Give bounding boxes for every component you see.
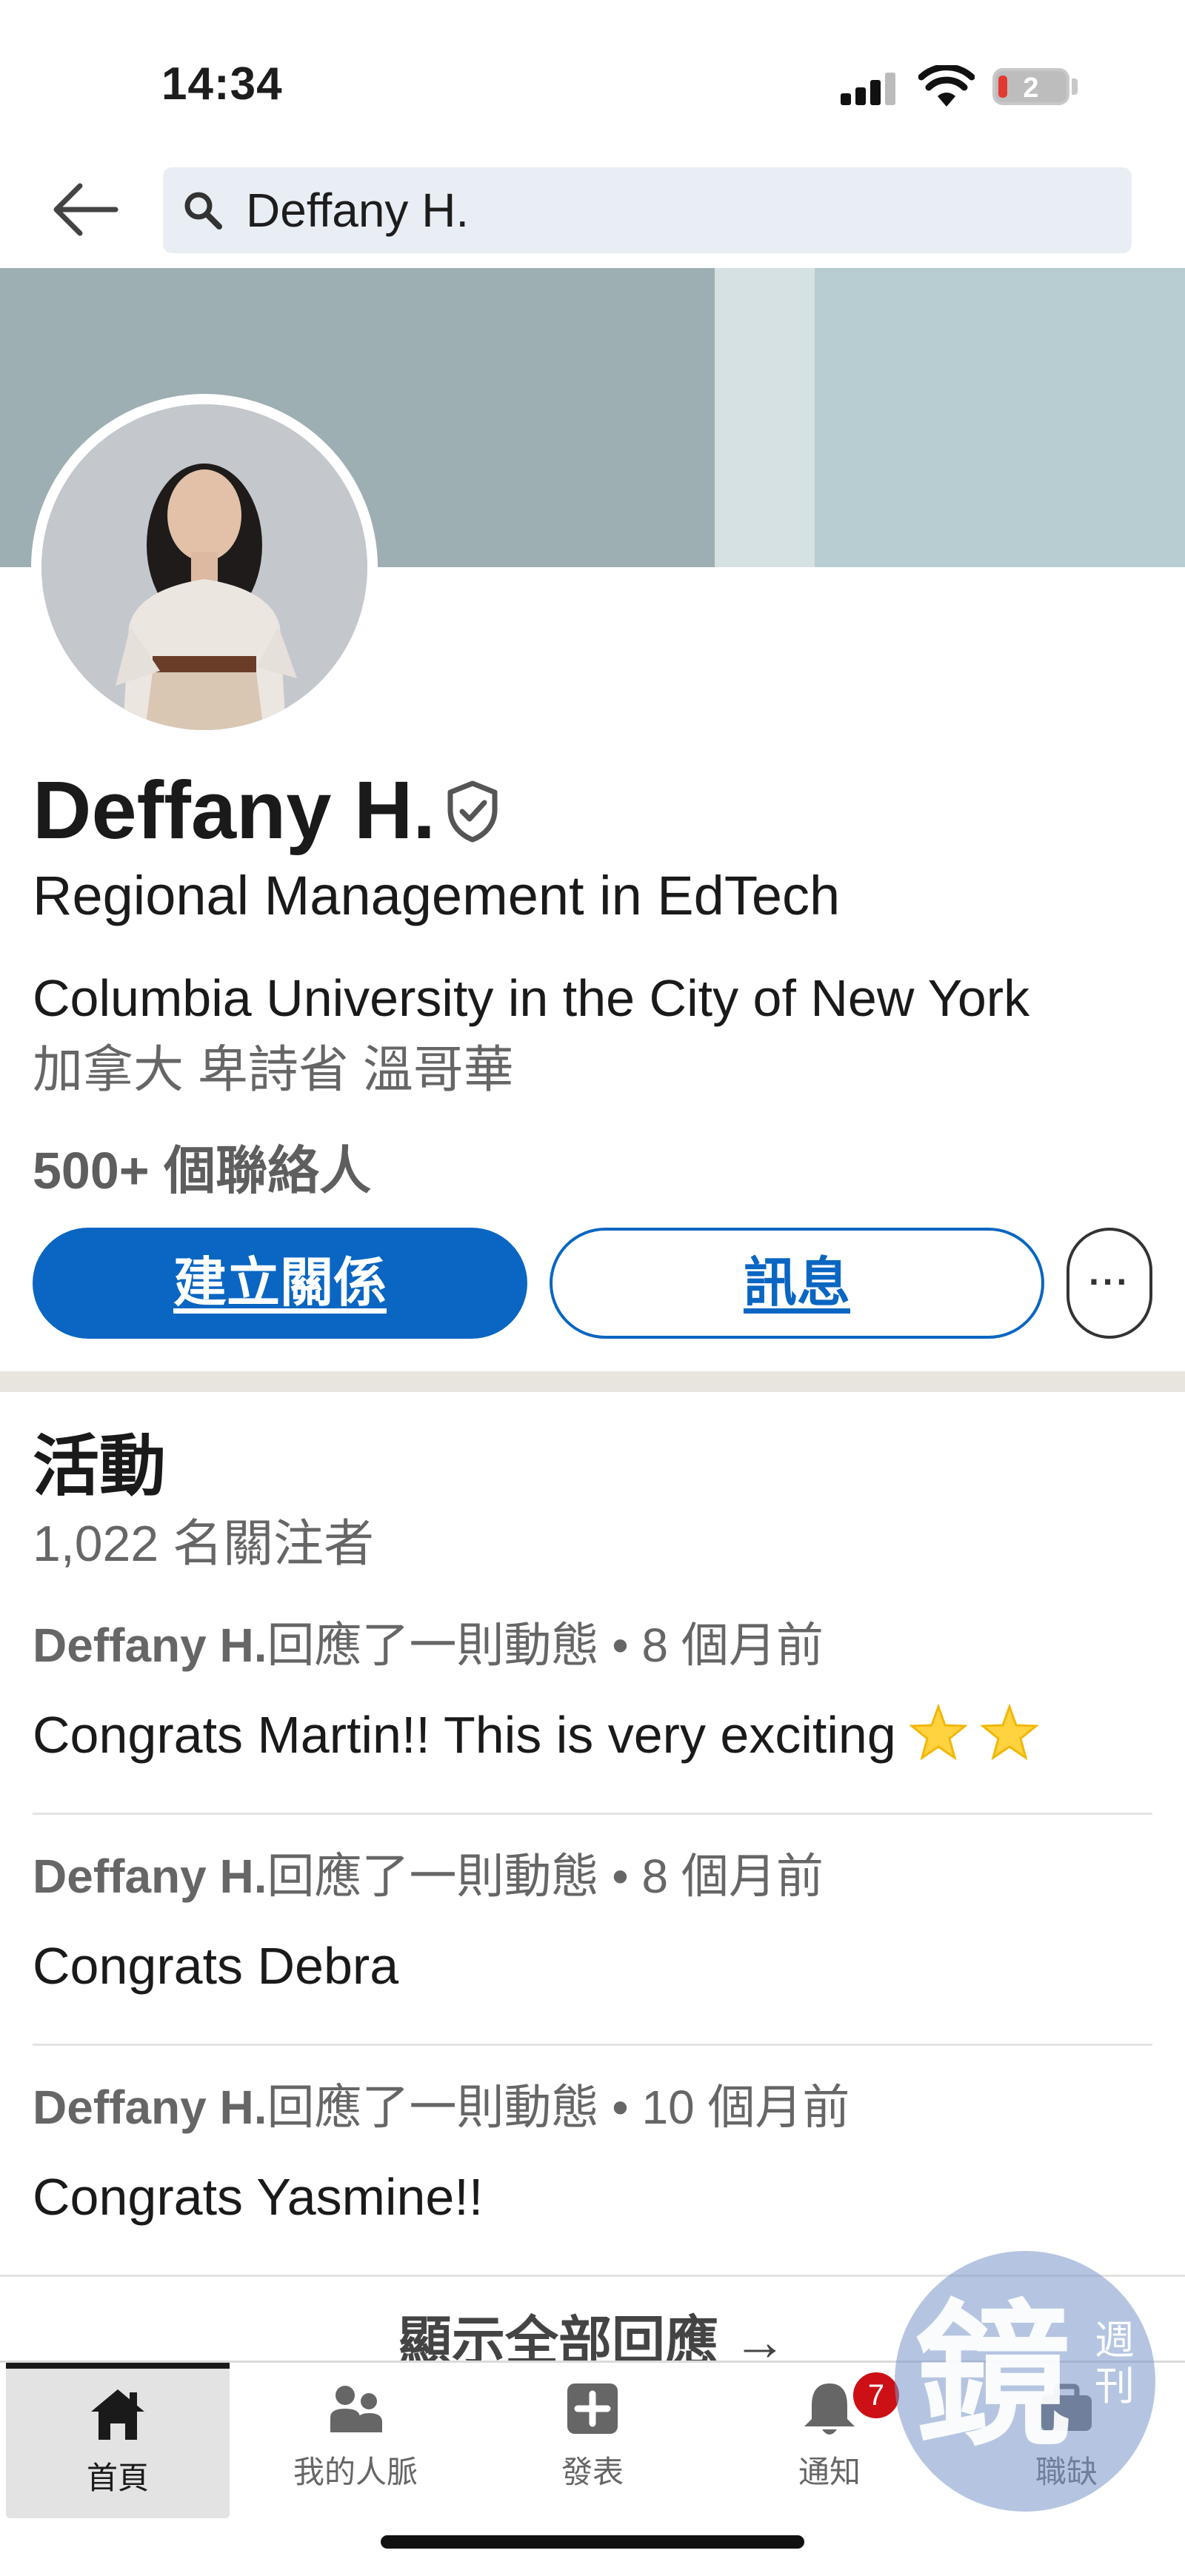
post-separator — [33, 2044, 1152, 2046]
post-meta: Deffany H.回應了一則動態 • 8 個月前 — [33, 1614, 824, 1676]
more-dots-icon: ··· — [1089, 1261, 1130, 1302]
cellular-signal-icon — [841, 71, 900, 105]
activity-title: 活動 — [33, 1430, 166, 1504]
profile-name: Deffany H. — [33, 765, 435, 856]
followers-count: 1,022 名關注者 — [33, 1516, 375, 1572]
post-text-content: Congrats Martin!! This is very exciting — [33, 1706, 896, 1764]
wifi-icon — [918, 65, 975, 107]
nav-my-network-label: 我的人脈 — [293, 2455, 418, 2489]
battery-tip — [1072, 78, 1078, 95]
post-meta: Deffany H.回應了一則動態 • 8 個月前 — [33, 1845, 824, 1907]
avatar[interactable] — [31, 394, 378, 740]
more-options-button[interactable]: ··· — [1066, 1228, 1152, 1339]
star-emoji-icon — [980, 1704, 1038, 1761]
post-action: 回應了一則動態 — [267, 2081, 599, 2134]
post-author[interactable]: Deffany H. — [33, 2081, 267, 2134]
people-icon — [330, 2386, 382, 2432]
post-time: • 8 個月前 — [612, 1619, 824, 1672]
post-time: • 8 個月前 — [612, 1850, 824, 1903]
watermark-side: 週刊 — [1095, 2317, 1135, 2409]
post-time: • 10 個月前 — [612, 2081, 850, 2134]
search-input[interactable]: Deffany H. — [246, 184, 469, 237]
plus-square-icon — [567, 2383, 618, 2434]
post-text[interactable]: Congrats Martin!! This is very exciting — [33, 1702, 1038, 1768]
battery-icon: 2 — [992, 68, 1069, 105]
profile-location: 加拿大 卑詩省 溫哥華 — [33, 1042, 514, 1098]
nav-notifications-label: 通知 — [798, 2455, 861, 2489]
profile-headline: Regional Management in EdTech — [33, 865, 841, 926]
home-icon — [91, 2389, 144, 2440]
verified-shield-icon[interactable] — [444, 779, 501, 843]
post-text[interactable]: Congrats Debra — [33, 1933, 398, 1999]
watermark-main: 鏡 — [915, 2286, 1072, 2467]
post-meta: Deffany H.回應了一則動態 • 10 個月前 — [33, 2076, 849, 2138]
nav-post[interactable]: 發表 — [474, 2363, 711, 2518]
message-button[interactable]: 訊息 — [550, 1228, 1044, 1339]
nav-home-label: 首頁 — [86, 2460, 149, 2495]
connect-button[interactable]: 建立關係 — [33, 1228, 527, 1339]
back-arrow-icon[interactable] — [50, 182, 118, 237]
battery-level: 2 — [1023, 73, 1039, 104]
profile-photo — [41, 404, 367, 730]
nav-home[interactable]: 首頁 — [6, 2363, 230, 2518]
home-indicator[interactable] — [381, 2535, 804, 2549]
post-author[interactable]: Deffany H. — [33, 1619, 267, 1672]
profile-education[interactable]: Columbia University in the City of New Y… — [33, 964, 1029, 1032]
search-bar[interactable]: Deffany H. — [163, 167, 1132, 253]
watermark-logo: 鏡 週刊 — [895, 2251, 1155, 2512]
post-action: 回應了一則動態 — [267, 1619, 599, 1672]
post-text[interactable]: Congrats Yasmine!! — [33, 2164, 483, 2230]
nav-my-network[interactable]: 我的人脈 — [237, 2363, 474, 2518]
post-action: 回應了一則動態 — [267, 1850, 599, 1903]
search-icon — [184, 192, 222, 230]
section-divider — [0, 1371, 1185, 1392]
status-time: 14:34 — [161, 58, 283, 110]
post-separator — [33, 1813, 1152, 1815]
nav-post-label: 發表 — [561, 2455, 624, 2489]
star-emoji-icon — [909, 1704, 967, 1761]
connections-count[interactable]: 500+ 個聯絡人 — [33, 1137, 371, 1204]
post-author[interactable]: Deffany H. — [33, 1850, 267, 1903]
